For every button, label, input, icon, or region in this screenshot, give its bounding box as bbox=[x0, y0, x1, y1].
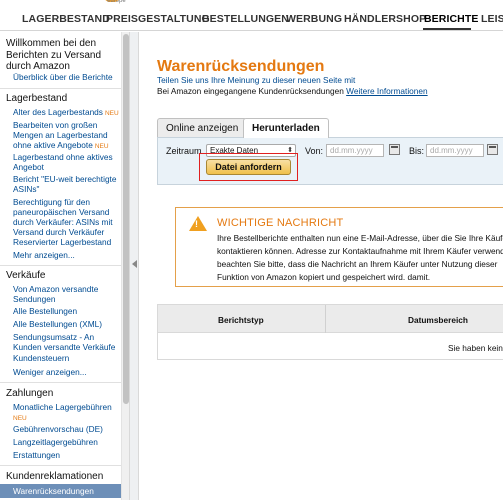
datei-anfordern-button[interactable]: Datei anfordern bbox=[206, 159, 291, 175]
nav-berichte[interactable]: BERICHTE bbox=[424, 13, 478, 25]
warning-icon bbox=[189, 216, 207, 231]
sidebar-link-alter-lagerbestand[interactable]: Alter des Lagerbestands NEU bbox=[13, 107, 121, 119]
sidebar-link-ohne-angebot[interactable]: Lagerbestand ohne aktives Angebot bbox=[13, 152, 121, 172]
zeitraum-label: Zeitraum bbox=[166, 146, 202, 156]
top-navigation: europe LAGERBESTAND PREISGESTALTUNG BEST… bbox=[0, 0, 503, 31]
sidebar-scrollbar[interactable] bbox=[121, 32, 129, 500]
column-header-datumsbereich[interactable]: Datumsbereich bbox=[408, 315, 468, 325]
bis-label: Bis: bbox=[409, 146, 425, 156]
sidebar-link-erstattungen[interactable]: Erstattungen bbox=[13, 450, 121, 460]
column-divider bbox=[325, 305, 326, 333]
sidebar-link-warenruecksendungen[interactable]: Warenrücksendungen bbox=[0, 484, 121, 498]
logo-region-label: europe bbox=[107, 0, 126, 4]
calendar-icon[interactable] bbox=[389, 144, 400, 155]
tab-herunterladen[interactable]: Herunterladen bbox=[243, 118, 329, 138]
sidebar-divider bbox=[0, 88, 121, 89]
sidebar-link-paneuropaeisch[interactable]: Berechtigung für den paneuropäischen Ver… bbox=[13, 197, 121, 237]
column-header-berichtstyp[interactable]: Berichtstyp bbox=[218, 315, 264, 325]
page-description: Bei Amazon eingegangene Kundenrücksendun… bbox=[157, 86, 428, 96]
new-badge: NEU bbox=[104, 110, 119, 117]
notice-text: Ihre Bestellberichte enthalten nun eine … bbox=[217, 233, 503, 282]
sidebar-collapse-handle[interactable] bbox=[129, 32, 139, 500]
nav-werbung[interactable]: WERBUNG bbox=[286, 13, 342, 25]
bis-date-input[interactable]: dd.mm.yyyy bbox=[426, 144, 484, 157]
active-nav-indicator bbox=[423, 28, 471, 30]
chevron-left-icon bbox=[132, 260, 137, 268]
description-text: Bei Amazon eingegangene Kundenrücksendun… bbox=[157, 86, 344, 96]
link-label: Alter des Lagerbestands bbox=[13, 107, 103, 117]
report-sidebar: Willkommen bei den Berichten zu Versand … bbox=[0, 32, 121, 500]
sidebar-link-gebuehrenvorschau[interactable]: Gebührenvorschau (DE) bbox=[13, 424, 121, 434]
sidebar-link-mehr-anzeigen[interactable]: Mehr anzeigen... bbox=[13, 250, 121, 260]
von-date-input[interactable]: dd.mm.yyyy bbox=[326, 144, 384, 157]
sidebar-link-kundensteuern[interactable]: Kundensteuern bbox=[13, 353, 121, 363]
important-notice: ! WICHTIGE NACHRICHT Ihre Bestellbericht… bbox=[175, 207, 503, 287]
sidebar-link-alle-bestellungen[interactable]: Alle Bestellungen bbox=[13, 306, 121, 316]
sidebar-divider bbox=[0, 465, 121, 466]
sidebar-link-reserviert[interactable]: Reservierter Lagerbestand bbox=[13, 237, 121, 247]
tab-online-anzeigen[interactable]: Online anzeigen bbox=[157, 118, 248, 137]
sidebar-link-sendungsumsatz[interactable]: Sendungsumsatz - An Kunden versandte Ver… bbox=[13, 332, 121, 352]
warning-exclamation: ! bbox=[195, 219, 198, 229]
nav-lagerbestand[interactable]: LAGERBESTAND bbox=[22, 13, 110, 25]
nav-leistung[interactable]: LEIST bbox=[481, 13, 503, 25]
sidebar-link-amazon-sendungen[interactable]: Von Amazon versandte Sendungen bbox=[13, 284, 121, 304]
sidebar-link-overview[interactable]: Überblick über die Berichte bbox=[13, 72, 121, 82]
new-badge: NEU bbox=[13, 415, 27, 422]
new-badge: NEU bbox=[94, 143, 109, 150]
link-label: Monatliche Lagergebühren bbox=[13, 402, 112, 412]
calendar-icon[interactable] bbox=[487, 144, 498, 155]
sidebar-link-bearbeiten-lagerbestand[interactable]: Bearbeiten von großen Mengen an Lagerbes… bbox=[13, 120, 121, 152]
sidebar-link-monatliche-lagergebuehren[interactable]: Monatliche Lagergebühren NEU bbox=[13, 402, 121, 424]
feedback-link[interactable]: Teilen Sie uns Ihre Meinung zu dieser ne… bbox=[157, 75, 355, 85]
sidebar-section-kundenreklamationen: Kundenreklamationen bbox=[6, 471, 104, 482]
sidebar-link-alle-bestellungen-xml[interactable]: Alle Bestellungen (XML) bbox=[13, 319, 121, 329]
main-content: Warenrücksendungen Teilen Sie uns Ihre M… bbox=[140, 32, 503, 500]
sidebar-link-weniger-anzeigen[interactable]: Weniger anzeigen... bbox=[13, 367, 121, 377]
sidebar-intro: Willkommen bei den Berichten zu Versand … bbox=[6, 38, 102, 72]
sidebar-divider bbox=[0, 265, 121, 266]
nav-bestellungen[interactable]: BESTELLUNGEN bbox=[202, 13, 289, 25]
von-label: Von: bbox=[305, 146, 324, 156]
more-info-link[interactable]: Weitere Informationen bbox=[346, 86, 427, 96]
sidebar-link-eu-asins[interactable]: Bericht "EU-weit berechtigte ASINs" bbox=[13, 174, 121, 194]
link-label: Bearbeiten von großen Mengen an Lagerbes… bbox=[13, 120, 108, 150]
nav-haendlershop[interactable]: HÄNDLERSHOP bbox=[344, 13, 426, 25]
sidebar-section-zahlungen: Zahlungen bbox=[6, 388, 54, 399]
nav-preisgestaltung[interactable]: PREISGESTALTUNG bbox=[106, 13, 210, 25]
table-empty-message: Sie haben keine Berichte bbox=[448, 343, 503, 353]
sidebar-section-lagerbestand: Lagerbestand bbox=[6, 93, 68, 104]
notice-title: WICHTIGE NACHRICHT bbox=[217, 217, 344, 229]
reports-table: Berichtstyp Datumsbereich Sie haben kein… bbox=[157, 304, 503, 360]
page-title: Warenrücksendungen bbox=[157, 58, 325, 75]
sidebar-link-langzeitlagergebuehren[interactable]: Langzeitlagergebühren bbox=[13, 437, 121, 447]
table-header: Berichtstyp Datumsbereich bbox=[158, 305, 503, 333]
sidebar-active-label: Warenrücksendungen bbox=[13, 486, 94, 496]
sidebar-divider bbox=[0, 382, 121, 383]
sidebar-section-verkaeufe: Verkäufe bbox=[6, 270, 46, 281]
